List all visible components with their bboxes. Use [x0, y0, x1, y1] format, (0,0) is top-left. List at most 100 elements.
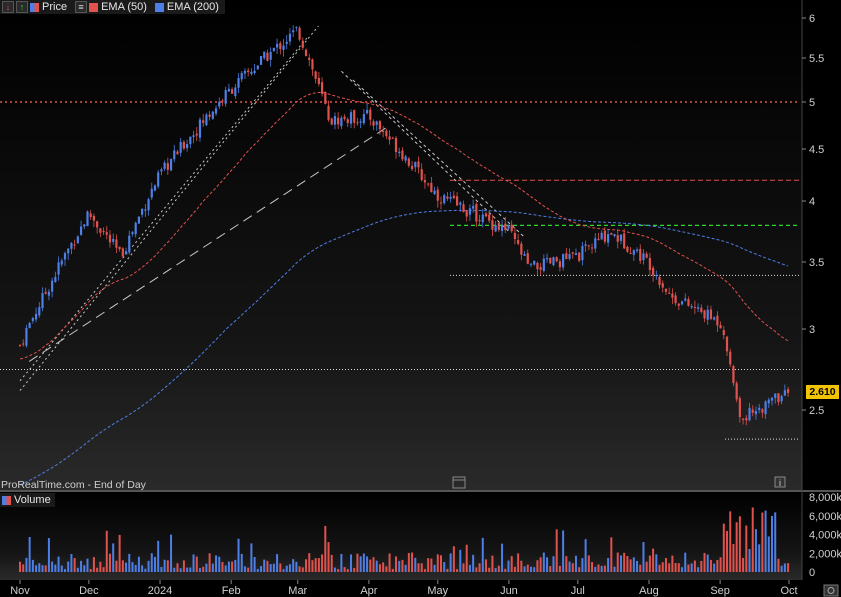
volume-bar: [301, 567, 304, 572]
volume-bar: [571, 563, 574, 572]
volume-bar: [520, 560, 523, 572]
volume-bar: [208, 553, 211, 572]
volume-bar: [423, 569, 426, 572]
candle-body: [382, 130, 385, 132]
candle-body: [250, 71, 253, 74]
legend-price[interactable]: Price: [28, 1, 67, 13]
candle-body: [362, 114, 365, 124]
volume-bar: [125, 562, 128, 572]
candle-body: [227, 88, 230, 92]
volume-bar: [648, 555, 651, 572]
candle-body: [587, 245, 590, 247]
candle-body: [41, 293, 44, 309]
volume-bar: [462, 563, 465, 572]
candle-body: [63, 253, 67, 260]
candle-body: [279, 43, 282, 50]
candle-body: [687, 299, 690, 306]
volume-bar: [472, 554, 475, 572]
menu-icon[interactable]: ≡: [75, 1, 88, 13]
candle-body: [124, 251, 128, 255]
candle-body: [639, 248, 642, 261]
volume-bar: [693, 560, 696, 572]
volume-bar: [751, 507, 754, 572]
volume-bar: [735, 522, 738, 572]
volume-bar: [35, 565, 38, 572]
volume-bar: [591, 562, 594, 572]
candle-body: [732, 365, 735, 384]
candle-body: [764, 401, 767, 415]
candle-body: [118, 246, 121, 250]
candle-body: [198, 119, 202, 138]
candle-body: [144, 209, 147, 211]
volume-bar: [263, 559, 266, 572]
volume-bar: [131, 562, 134, 572]
volume-bar: [411, 552, 414, 572]
volume-bar: [285, 565, 288, 572]
candle-body: [147, 199, 150, 211]
volume-legend[interactable]: Volume: [0, 493, 55, 507]
candle-body: [269, 51, 272, 60]
volume-bar: [182, 560, 185, 572]
candle-body: [751, 409, 754, 413]
candle-body: [176, 151, 179, 155]
volume-bar: [366, 556, 369, 572]
volume-bar: [684, 552, 687, 572]
candle-body: [449, 196, 452, 199]
volume-bar: [574, 555, 577, 572]
volume-bar: [764, 510, 767, 572]
volume-bar: [674, 563, 677, 572]
candle-body: [590, 247, 594, 249]
legend-ema50[interactable]: EMA (50): [87, 1, 147, 13]
legend-ema200[interactable]: EMA (200): [153, 1, 219, 13]
volume-bar: [600, 565, 603, 572]
volume-bar: [60, 565, 63, 572]
settings-icon[interactable]: [823, 584, 839, 597]
candle-body: [725, 336, 729, 352]
volume-bar: [92, 557, 95, 572]
volume-bar: [211, 563, 214, 572]
candle-body: [786, 389, 790, 393]
volume-bar: [67, 561, 70, 572]
candle-body: [31, 318, 34, 322]
candle-body: [51, 280, 54, 292]
up-arrow-icon[interactable]: ↑: [16, 1, 28, 13]
volume-bar: [404, 564, 407, 572]
candle-body: [308, 57, 311, 61]
volume-bar: [282, 569, 285, 572]
time-tick-label: Nov: [10, 585, 30, 597]
candle-body: [275, 43, 279, 48]
volume-axis-ticks: 8,000k 6,000k 4,000k 2,000k 0: [809, 492, 841, 579]
volume-bar: [681, 567, 684, 572]
candle-body: [314, 71, 317, 79]
down-arrow-icon[interactable]: ↓: [2, 1, 14, 13]
volume-bar: [533, 567, 536, 572]
volume-bar: [726, 530, 729, 572]
volume-bar: [610, 537, 613, 572]
candle-body: [452, 195, 455, 199]
volume-bar: [99, 561, 102, 572]
volume-bar: [279, 563, 282, 572]
candle-body: [378, 121, 382, 130]
candle-body: [722, 330, 725, 336]
volume-bar: [481, 537, 484, 572]
volume-bar: [613, 566, 616, 572]
candle-body: [539, 267, 542, 270]
candle-body: [574, 253, 578, 256]
volume-bar: [565, 556, 568, 572]
volume-bar: [243, 566, 246, 572]
price-tick-label: 3: [809, 324, 815, 336]
volume-bar: [112, 543, 115, 572]
candle-body: [423, 179, 427, 183]
candle-body: [594, 238, 597, 249]
candle-body: [137, 216, 141, 224]
volume-bar: [774, 512, 777, 572]
volume-bar: [227, 561, 230, 572]
candle-body: [500, 225, 504, 231]
volume-bar: [709, 559, 712, 572]
info-icon[interactable]: i: [774, 476, 786, 488]
candle-body: [558, 261, 562, 268]
volume-bar: [137, 556, 140, 572]
candle-body: [494, 225, 497, 232]
candle-body: [658, 277, 661, 286]
volume-bar: [549, 566, 552, 572]
